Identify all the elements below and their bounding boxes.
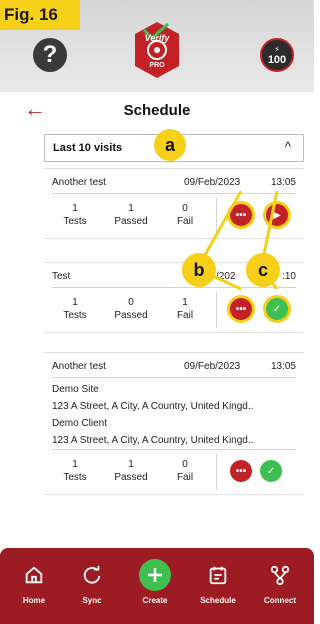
home-icon [6, 558, 62, 592]
stat-label: Tests [63, 216, 87, 227]
stat-value: 0 [182, 203, 188, 214]
stat-passed: 1 Passed [106, 202, 156, 228]
visit-name: Another test [52, 361, 106, 372]
divider [216, 454, 217, 490]
stat-label: Passed [114, 310, 148, 321]
visit-stats: 1 Tests 1 Passed 0 Fail ••• ▶ [44, 194, 304, 238]
visit-name: Test [52, 271, 71, 282]
stat-passed: 1 Passed [106, 458, 156, 484]
phone-screen: Fig. 16 ? Verify PRO ⚡ 100 ← Schedule La… [0, 0, 314, 624]
nav-label: Sync [82, 596, 102, 605]
client-name: Demo Client [52, 418, 108, 429]
score-value: 100 [267, 54, 287, 66]
visit-card[interactable]: Another test 09/Feb/2023 13:05 Demo Site… [44, 352, 304, 495]
stat-tests: 1 Tests [50, 202, 100, 228]
stat-label: Fail [176, 472, 194, 483]
site-name: Demo Site [52, 384, 99, 395]
nav-item-sync[interactable]: Sync [64, 558, 120, 605]
card-header-row: Another test 09/Feb/2023 13:05 [44, 169, 304, 193]
divider [216, 292, 217, 328]
stat-tests: 1 Tests [50, 458, 100, 484]
stat-value: 1 [128, 459, 134, 470]
stat-label: Passed [114, 216, 148, 227]
nav-item-schedule[interactable]: Schedule [190, 558, 246, 605]
verify-pro-logo: Verify PRO [132, 20, 182, 80]
nav-item-create[interactable]: Create [127, 558, 183, 605]
score-badge[interactable]: ⚡ 100 [260, 38, 294, 72]
stat-label: Fail [176, 216, 194, 227]
visit-time: 13:05 [270, 361, 296, 372]
stat-label: Passed [114, 472, 148, 483]
annotation-b: b [182, 253, 216, 287]
visit-name: Another test [52, 177, 106, 188]
stat-label: Tests [63, 310, 87, 321]
stat-fail: 1 Fail [160, 296, 210, 322]
site-details: Demo Site 123 A Street, A City, A Countr… [44, 378, 304, 449]
stat-label: Tests [63, 472, 87, 483]
play-button[interactable]: ▶ [266, 204, 288, 226]
figure-label: Fig. 16 [0, 0, 80, 30]
card-header-row: Another test 09/Feb/2023 13:05 [44, 353, 304, 377]
annotation-c: c [246, 253, 280, 287]
stat-tests: 1 Tests [50, 296, 100, 322]
site-address: 123 A Street, A City, A Country, United … [52, 401, 254, 412]
annotation-a: a [154, 129, 186, 161]
stat-value: 1 [72, 297, 78, 308]
help-button[interactable]: ? [33, 38, 67, 72]
stat-fail: 0 Fail [160, 202, 210, 228]
more-options-button[interactable]: ••• [230, 298, 252, 320]
stat-value: 1 [182, 297, 188, 308]
stat-passed: 0 Passed [106, 296, 156, 322]
connect-icon [252, 558, 308, 592]
stat-value: 0 [128, 297, 134, 308]
stat-value: 1 [72, 459, 78, 470]
visit-date: /202 [216, 271, 236, 282]
more-options-button[interactable]: ••• [230, 204, 252, 226]
create-icon-wrap [127, 558, 183, 592]
plus-icon [139, 559, 171, 591]
stat-value: 0 [182, 459, 188, 470]
calendar-icon [190, 558, 246, 592]
nav-label: Create [142, 596, 168, 605]
visit-time: :10 [282, 271, 296, 282]
visit-date: 09/Feb/2023 [184, 361, 241, 372]
checkmark-button[interactable]: ✓ [260, 460, 282, 482]
nav-label: Schedule [200, 596, 236, 605]
stat-value: 1 [128, 203, 134, 214]
visit-time: 13:05 [270, 177, 296, 188]
logo-sub-text: PRO [149, 62, 165, 69]
client-address: 123 A Street, A City, A Country, United … [52, 435, 254, 446]
visit-card[interactable]: Another test 09/Feb/2023 13:05 1 Tests 1… [44, 168, 304, 239]
visit-stats: 1 Tests 1 Passed 0 Fail ••• ✓ [44, 450, 304, 494]
visit-date: 09/Feb/2023 [184, 177, 241, 188]
nav-label: Connect [264, 596, 296, 605]
visit-stats: 1 Tests 0 Passed 1 Fail ••• ✓ [44, 288, 304, 332]
sync-icon [64, 558, 120, 592]
divider [216, 198, 217, 234]
chevron-up-icon[interactable]: ^ [285, 139, 291, 154]
checkmark-button[interactable]: ✓ [266, 298, 288, 320]
logo-text: Verify [144, 33, 170, 43]
dropdown-selected-value: Last 10 visits [53, 142, 123, 154]
nav-label: Home [22, 596, 46, 605]
stat-fail: 0 Fail [160, 458, 210, 484]
stat-label: Fail [176, 310, 194, 321]
page-title: Schedule [123, 102, 191, 119]
bottom-navigation: Home Sync Create Schedule Connect [0, 548, 314, 624]
more-options-button[interactable]: ••• [230, 460, 252, 482]
nav-item-home[interactable]: Home [6, 558, 62, 605]
nav-item-connect[interactable]: Connect [252, 558, 308, 605]
stat-value: 1 [72, 203, 78, 214]
